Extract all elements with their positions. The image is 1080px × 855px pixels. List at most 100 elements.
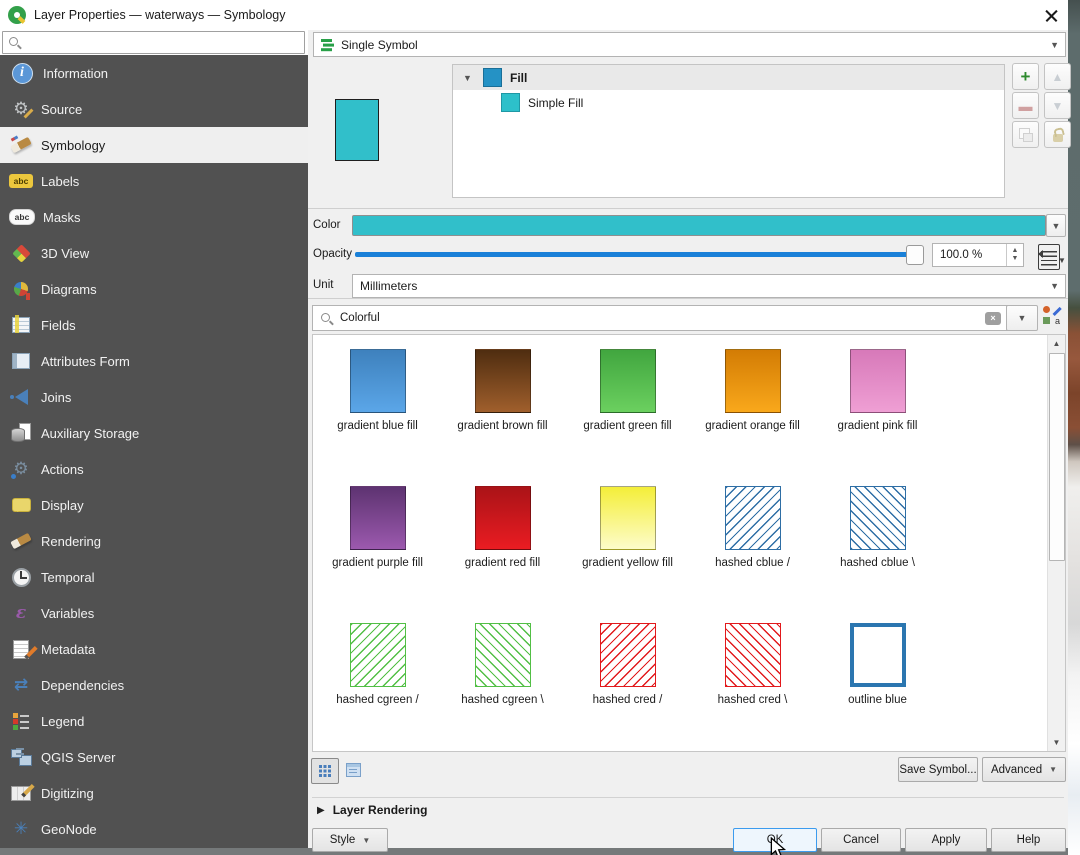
sidebar-item-metadata[interactable]: Metadata [0, 631, 308, 667]
auxiliary-storage-icon [9, 421, 33, 445]
symbol-search-dropdown-button[interactable]: ▼ [1006, 305, 1038, 331]
sidebar-item-digitizing[interactable]: Digitizing [0, 775, 308, 811]
unit-select[interactable]: Millimeters ▼ [352, 274, 1066, 298]
symbol-item[interactable]: hashed cgreen \ [440, 623, 565, 760]
opacity-value: 100.0 % [933, 249, 982, 261]
close-icon [1044, 8, 1059, 23]
dependencies-icon: ⇄ [9, 673, 33, 697]
symbol-item[interactable]: gradient brown fill [440, 349, 565, 486]
grid-view-icon [318, 764, 332, 778]
style-menu-button[interactable]: Style ▼ [312, 828, 388, 852]
symbol-label: gradient orange fill [705, 420, 800, 432]
style-manager-letter: a [1055, 317, 1060, 326]
sidebar-item-label: Temporal [41, 570, 94, 585]
symbol-item[interactable]: hashed cgreen / [315, 623, 440, 760]
symbol-item[interactable]: gradient pink fill [815, 349, 940, 486]
sidebar-item-information[interactable]: iInformation [0, 55, 308, 91]
clear-search-icon[interactable]: × [985, 312, 1001, 325]
tree-row-fill[interactable]: ▼ Fill [453, 65, 1004, 90]
sidebar-item-qgis-server[interactable]: QGIS Server [0, 739, 308, 775]
sidebar-item-legend[interactable]: Legend [0, 703, 308, 739]
cancel-button[interactable]: Cancel [821, 828, 901, 852]
symbol-item[interactable]: hashed cblue \ [815, 486, 940, 623]
symbol-item[interactable]: gradient red fill [440, 486, 565, 623]
duplicate-button[interactable] [1012, 121, 1039, 148]
opacity-spinbox[interactable]: 100.0 % ▲▼ [932, 243, 1024, 267]
symbol-swatch [350, 486, 406, 550]
scroll-up-icon[interactable]: ▲ [1048, 335, 1065, 352]
sidebar-item-joins[interactable]: Joins [0, 379, 308, 415]
symbol-item[interactable]: gradient yellow fill [565, 486, 690, 623]
ok-button[interactable]: OK [733, 828, 817, 852]
symbol-swatch [725, 623, 781, 687]
sidebar-item-diagrams[interactable]: Diagrams [0, 271, 308, 307]
move-down-button[interactable]: ▼ [1044, 92, 1071, 119]
sidebar-item-actions[interactable]: ⚙ Actions [0, 451, 308, 487]
close-button[interactable] [1038, 2, 1064, 28]
symbol-item[interactable]: gradient green fill [565, 349, 690, 486]
sidebar-item-dependencies[interactable]: ⇄Dependencies [0, 667, 308, 703]
cancel-label: Cancel [843, 834, 879, 846]
sidebar-item-temporal[interactable]: Temporal [0, 559, 308, 595]
sidebar-item-labels[interactable]: abcLabels [0, 163, 308, 199]
symbol-item[interactable]: hashed cred / [565, 623, 690, 760]
remove-symbol-layer-button[interactable]: ▬ [1012, 92, 1039, 119]
separator [308, 298, 1068, 299]
sidebar-item-3d-view[interactable]: 3D View [0, 235, 308, 271]
geonode-icon: ✳ [9, 817, 33, 841]
renderer-value: Single Symbol [341, 38, 418, 52]
diagrams-icon [9, 277, 33, 301]
list-view-button[interactable] [340, 758, 366, 782]
icon-view-button[interactable] [311, 758, 339, 784]
sidebar-item-attributes-form[interactable]: Attributes Form [0, 343, 308, 379]
symbol-item[interactable]: gradient orange fill [690, 349, 815, 486]
expander-icon[interactable]: ▼ [463, 73, 473, 83]
sidebar-item-display[interactable]: Display [0, 487, 308, 523]
symbol-item[interactable]: gradient blue fill [315, 349, 440, 486]
symbol-swatch [475, 349, 531, 413]
apply-button[interactable]: Apply [905, 828, 987, 852]
symbol-swatch [475, 623, 531, 687]
save-symbol-button[interactable]: Save Symbol... [898, 757, 978, 782]
sidebar-item-variables[interactable]: εVariables [0, 595, 308, 631]
spinner-arrows-icon[interactable]: ▲▼ [1006, 244, 1023, 266]
symbol-item[interactable]: hashed cred \ [690, 623, 815, 760]
move-up-button[interactable]: ▲ [1044, 63, 1071, 90]
sidebar-item-label: Actions [41, 462, 84, 477]
sidebar-item-source[interactable]: ⚙Source [0, 91, 308, 127]
symbol-swatch [600, 486, 656, 550]
symbol-item[interactable]: gradient purple fill [315, 486, 440, 623]
sidebar-item-symbology[interactable]: Symbology [0, 127, 308, 163]
symbol-search-input[interactable]: Colorful × [312, 305, 1008, 331]
actions-icon: ⚙ [9, 457, 33, 481]
scrollbar-thumb[interactable] [1049, 353, 1065, 561]
legend-icon [9, 709, 33, 733]
color-dropdown-button[interactable]: ▼ [1046, 214, 1066, 237]
style-manager-icon[interactable]: a [1042, 306, 1062, 326]
opacity-slider-track[interactable] [355, 252, 923, 257]
add-symbol-layer-button[interactable]: + [1012, 63, 1039, 90]
sidebar-item-auxiliary-storage[interactable]: Auxiliary Storage [0, 415, 308, 451]
sidebar-item-rendering[interactable]: Rendering [0, 523, 308, 559]
sidebar-nav: iInformation⚙SourceSymbologyabcLabelsabc… [0, 55, 308, 848]
sidebar-item-masks[interactable]: abcMasks [0, 199, 308, 235]
symbol-item[interactable]: outline blue [815, 623, 940, 760]
sidebar-item-label: GeoNode [41, 822, 97, 837]
symbol-item[interactable]: hashed cblue / [690, 486, 815, 623]
symbols-scrollbar[interactable]: ▲ ▼ [1047, 335, 1065, 751]
advanced-button[interactable]: Advanced ▼ [982, 757, 1066, 782]
renderer-select[interactable]: Single Symbol ▼ [313, 32, 1066, 57]
color-button[interactable] [352, 215, 1046, 236]
sidebar-search-input[interactable] [2, 31, 305, 54]
opacity-slider-handle[interactable] [906, 245, 924, 265]
tree-row-simple-fill[interactable]: Simple Fill [453, 90, 1004, 115]
lock-button[interactable] [1044, 121, 1071, 148]
symbol-label: gradient purple fill [332, 557, 423, 569]
sidebar-item-geonode[interactable]: ✳ GeoNode [0, 811, 308, 847]
help-button[interactable]: Help [991, 828, 1066, 852]
layer-rendering-group[interactable]: ▶ Layer Rendering [312, 797, 1064, 822]
symbol-label: gradient pink fill [838, 420, 918, 432]
data-defined-override-button[interactable] [1038, 244, 1060, 270]
sidebar-item-fields[interactable]: Fields [0, 307, 308, 343]
scroll-down-icon[interactable]: ▼ [1048, 734, 1065, 751]
